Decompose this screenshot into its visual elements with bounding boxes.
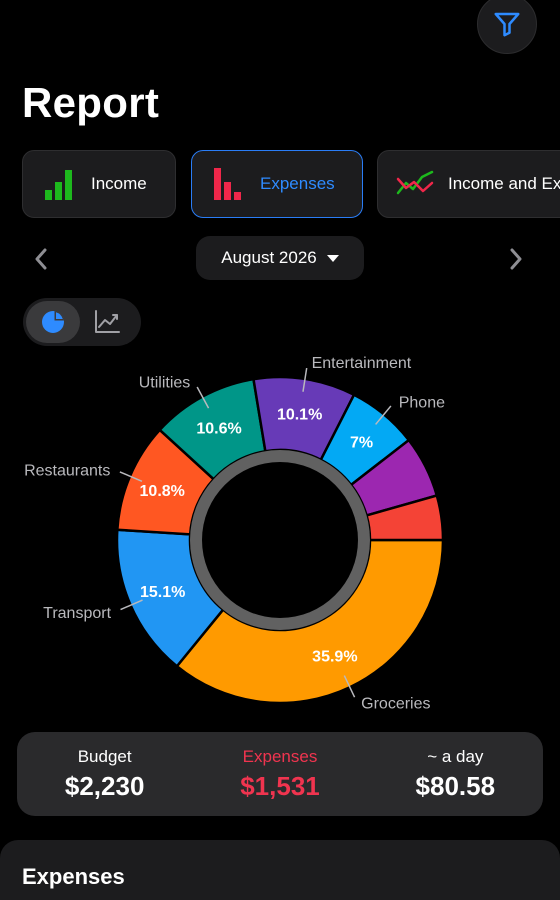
expenses-value: $1,531 (240, 770, 320, 801)
category-label-restaurants: Restaurants (24, 463, 110, 480)
slice-percent-label: 10.8% (140, 483, 185, 500)
slice-percent-label: 15.1% (140, 584, 185, 601)
pie-chart-icon (42, 311, 64, 333)
page-title: Report (22, 79, 160, 126)
expenses-stat: Expenses $1,531 (192, 747, 367, 802)
filter-icon (494, 12, 520, 37)
tab-expenses[interactable]: Expenses (191, 150, 363, 218)
line-view-button[interactable] (80, 301, 134, 343)
category-label-groceries: Groceries (361, 696, 430, 713)
chevron-right-icon (510, 248, 522, 270)
slice-percent-label: 35.9% (312, 649, 357, 666)
budget-stat: Budget $2,230 (17, 747, 192, 802)
slice-percent-label: 10.1% (277, 407, 322, 424)
category-label-phone: Phone (399, 394, 445, 411)
pie-view-button[interactable] (26, 301, 80, 343)
next-month-button[interactable] (501, 244, 531, 274)
per-day-stat: ~ a day $80.58 (368, 747, 543, 802)
slice-percent-label: 7% (350, 434, 373, 451)
tab-income-and-expenses-label: Income and Ex (448, 174, 560, 193)
bar-chart-icon (45, 170, 72, 200)
per-day-value: $80.58 (415, 770, 496, 801)
bar-chart-icon (214, 168, 241, 200)
donut-hole (202, 462, 358, 618)
summary-card: Budget $2,230 Expenses $1,531 ~ a day $8… (17, 732, 543, 816)
tab-expenses-label: Expenses (260, 174, 335, 193)
tab-income-label: Income (91, 174, 147, 193)
prev-month-button[interactable] (26, 244, 56, 274)
month-label: August 2026 (221, 248, 317, 267)
tab-income[interactable]: Income (22, 150, 176, 218)
expenses-donut-chart: 35.9% 15.1% 10.8% 10.6% 10.1% 7% Groceries Tra… (24, 355, 445, 713)
month-selector[interactable]: August 2026 (196, 236, 364, 280)
chart-view-toggle[interactable] (23, 298, 141, 346)
per-day-label: ~ a day (427, 746, 484, 766)
chevron-left-icon (35, 248, 47, 270)
filter-button[interactable] (477, 0, 537, 54)
tab-income-and-expenses[interactable]: Income and Ex (377, 150, 560, 218)
caret-down-icon (326, 254, 339, 262)
category-label-entertainment: Entertainment (312, 355, 412, 372)
category-label-transport: Transport (43, 605, 111, 622)
expenses-label: Expenses (242, 746, 318, 766)
budget-value: $2,230 (64, 770, 145, 801)
expenses-list-panel: Expenses (0, 840, 560, 900)
trend-lines-icon (396, 170, 434, 195)
budget-label: Budget (77, 746, 132, 766)
category-label-utilities: Utilities (139, 375, 191, 392)
line-chart-icon (95, 310, 120, 333)
section-title: Expenses (22, 864, 125, 889)
slice-percent-label: 10.6% (196, 420, 241, 437)
